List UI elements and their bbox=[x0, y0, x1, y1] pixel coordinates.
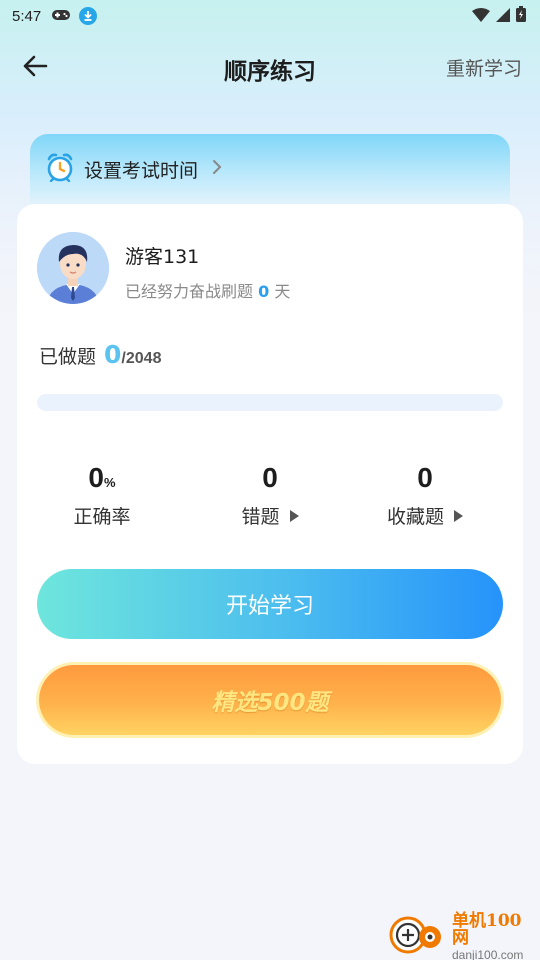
total-count: /2048 bbox=[121, 350, 162, 367]
status-time: 5:47 bbox=[12, 7, 42, 25]
favorites-button[interactable]: 0 收藏题 bbox=[350, 462, 500, 529]
accuracy-value: 0% bbox=[27, 462, 177, 494]
chevron-right-icon bbox=[212, 159, 222, 179]
done-count-row: 已做题 0 /2048 bbox=[39, 340, 161, 369]
set-exam-time-button[interactable]: 设置考试时间 bbox=[46, 152, 222, 186]
avatar bbox=[37, 232, 109, 304]
accuracy-unit: % bbox=[104, 475, 116, 490]
watermark-logo-icon bbox=[388, 915, 444, 959]
study-days-text: 已经努力奋战刷题 0 天 bbox=[125, 278, 290, 302]
triangle-right-icon bbox=[454, 505, 463, 527]
done-count: 0 bbox=[104, 340, 122, 369]
watermark-text: 单机100网 danji100.com bbox=[452, 913, 538, 960]
done-label: 已做题 bbox=[39, 346, 97, 368]
gamepad-icon bbox=[51, 7, 71, 26]
accuracy-stat: 0% 正确率 bbox=[27, 462, 177, 529]
wifi-icon bbox=[472, 7, 490, 26]
accuracy-label-text: 正确率 bbox=[73, 506, 131, 528]
study-days-count: 0 bbox=[258, 282, 270, 301]
wrong-count: 0 bbox=[262, 462, 278, 493]
nav-bar: 顺序练习 重新学习 bbox=[0, 40, 540, 96]
alarm-clock-icon bbox=[46, 152, 74, 186]
status-icons-right bbox=[472, 6, 526, 26]
favorites-count: 0 bbox=[417, 462, 433, 493]
selected-500-button[interactable]: 精选500题 bbox=[39, 665, 501, 735]
wrong-label: 错题 bbox=[195, 502, 345, 529]
user-name: 游客131 bbox=[125, 246, 200, 268]
wrong-label-text: 错题 bbox=[241, 506, 280, 528]
status-icons-left bbox=[51, 7, 98, 26]
accuracy-number: 0 bbox=[88, 462, 104, 493]
watermark-url: danji100.com bbox=[452, 948, 524, 960]
favorites-label-text: 收藏题 bbox=[386, 506, 444, 528]
practice-card: 游客131 已经努力奋战刷题 0 天 已做题 0 /2048 0% 正确率 0 … bbox=[17, 204, 523, 764]
favorites-label: 收藏题 bbox=[350, 502, 500, 529]
status-bar: 5:47 bbox=[0, 0, 540, 32]
triangle-right-icon bbox=[289, 505, 299, 527]
battery-icon bbox=[516, 6, 526, 26]
restart-learning-button[interactable]: 重新学习 bbox=[446, 54, 522, 81]
exam-time-label: 设置考试时间 bbox=[84, 159, 199, 182]
start-learning-button[interactable]: 开始学习 bbox=[37, 569, 503, 639]
signal-icon bbox=[496, 7, 510, 26]
progress-bar bbox=[37, 394, 503, 411]
study-days-suffix: 天 bbox=[274, 282, 291, 301]
wrong-questions-button[interactable]: 0 错题 bbox=[195, 462, 345, 529]
accuracy-label: 正确率 bbox=[27, 502, 177, 529]
download-icon bbox=[79, 7, 98, 25]
study-days-prefix: 已经努力奋战刷题 bbox=[125, 282, 254, 301]
watermark: 单机100网 danji100.com bbox=[388, 913, 538, 960]
watermark-name: 单机100网 bbox=[452, 911, 522, 948]
